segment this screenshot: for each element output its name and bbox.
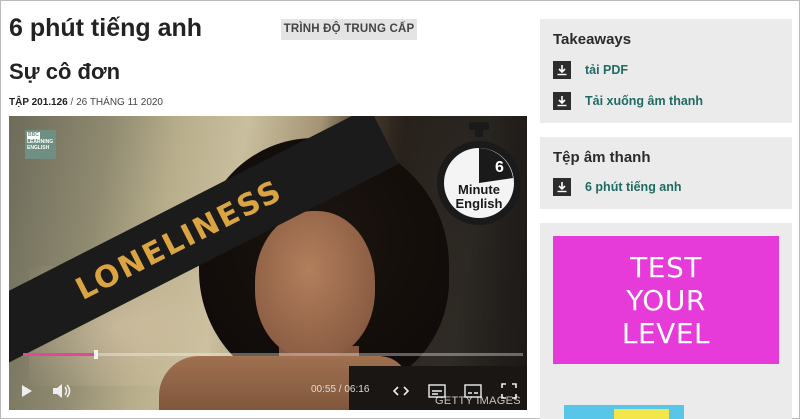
download-audio-label: Tải xuống âm thanh (585, 94, 704, 108)
embed-button[interactable] (391, 380, 411, 402)
timer-line2: English (456, 196, 503, 211)
secondary-ad[interactable] (564, 405, 684, 419)
image-credit: GETTY IMAGES (435, 395, 521, 407)
progress-fill (23, 353, 96, 356)
audio-file-label: 6 phút tiếng anh (585, 180, 682, 194)
takeaways-title: Takeaways (553, 31, 632, 48)
code-icon (393, 386, 409, 396)
series-title: 6 phút tiếng anh (9, 14, 203, 42)
bbc-learning-english-logo: BBC LEARNING ENGLISH (25, 130, 56, 159)
video-player[interactable]: LONELINESS BBC LEARNING ENGLISH 6 Minute… (9, 116, 527, 410)
progress-handle[interactable] (93, 350, 98, 359)
episode-separator: / (67, 97, 77, 108)
download-pdf-label: tải PDF (585, 63, 629, 77)
volume-icon (53, 384, 71, 398)
duration: 06:16 (344, 384, 370, 395)
test-your-level-ad[interactable]: TEST YOUR LEVEL (553, 236, 779, 364)
play-icon (22, 385, 32, 397)
episode-number: TẬP 201.126 (9, 97, 68, 108)
episode-meta: TẬP 201.126 / 26 THÁNG 11 2020 (9, 97, 163, 108)
episode-date: 26 THÁNG 11 2020 (76, 97, 163, 108)
audio-file-panel: Tệp âm thanh 6 phút tiếng anh (540, 137, 792, 209)
progress-bar[interactable] (23, 350, 523, 359)
ad-line-1: TEST (630, 250, 702, 284)
download-icon (553, 92, 571, 110)
current-time: 00:55 (311, 384, 337, 395)
timer-number: 6 (495, 159, 504, 176)
stopwatch-crown (469, 122, 489, 130)
download-audio-link[interactable]: Tải xuống âm thanh (553, 92, 703, 110)
ad-line-2: YOUR (626, 283, 706, 317)
video-subject-face (255, 211, 375, 359)
time-readout: 00:55 / 06:16 (311, 384, 369, 395)
volume-button[interactable] (51, 380, 73, 402)
play-button[interactable] (19, 380, 35, 402)
six-minute-english-stopwatch-icon: 6 Minute English (437, 122, 521, 225)
audio-file-title: Tệp âm thanh (553, 149, 651, 166)
download-pdf-link[interactable]: tải PDF (553, 61, 628, 79)
level-badge[interactable]: TRÌNH ĐỘ TRUNG CẤP (281, 19, 417, 40)
ad-line-3: LEVEL (621, 316, 711, 350)
episode-title: Sự cô đơn (9, 59, 121, 84)
audio-file-link[interactable]: 6 phút tiếng anh (553, 178, 682, 196)
download-icon (553, 61, 571, 79)
timer-line1: Minute (458, 182, 500, 197)
ad-panel: TEST YOUR LEVEL (540, 223, 792, 419)
download-icon (553, 178, 571, 196)
takeaways-panel: Takeaways tải PDF Tải xuống âm thanh (540, 19, 792, 123)
